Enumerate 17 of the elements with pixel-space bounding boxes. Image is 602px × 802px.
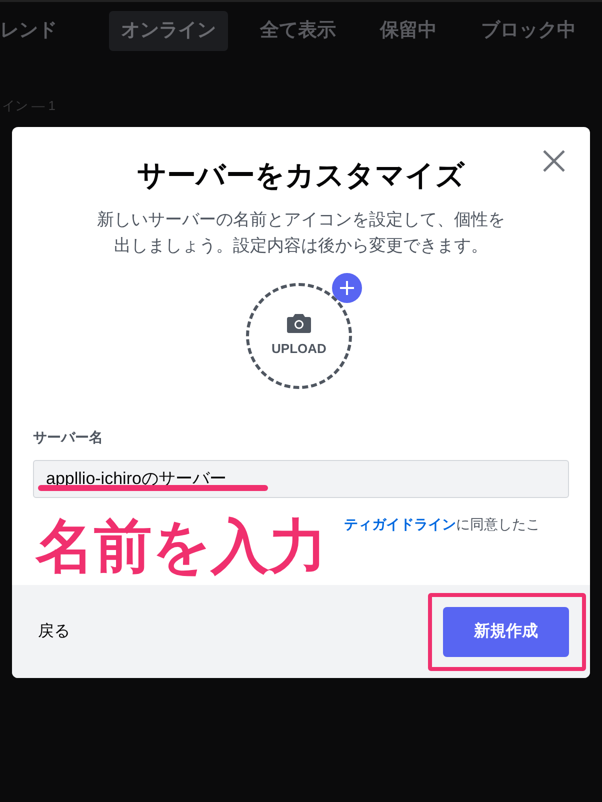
field-label: サーバー名 xyxy=(33,428,104,446)
create-button[interactable]: 新規作成 xyxy=(443,606,569,656)
modal-description: 新しいサーバーの名前とアイコンを設定して、個性を出しましょう。設定内容は後から変更できます。 xyxy=(96,208,506,256)
modal-title: サーバーをカスタマイズ xyxy=(136,159,466,194)
tab[interactable]: ブロック中 xyxy=(469,11,588,51)
close-icon[interactable] xyxy=(542,149,566,173)
tab[interactable]: オンライン xyxy=(109,11,228,51)
upload-label: UPLOAD xyxy=(272,340,326,358)
tab[interactable]: レンド xyxy=(0,11,69,51)
camera-icon xyxy=(287,312,311,333)
terms-text: に同意したこ xyxy=(456,514,540,534)
annotation-caption: 名前を入力 xyxy=(36,513,327,581)
guidelines-link[interactable]: ティガイドライン xyxy=(344,514,456,534)
tab[interactable]: 保留中 xyxy=(368,11,449,51)
tab[interactable]: 全て表示 xyxy=(248,11,348,51)
back-button[interactable]: 戻る xyxy=(38,620,70,644)
plus-icon xyxy=(332,272,362,302)
